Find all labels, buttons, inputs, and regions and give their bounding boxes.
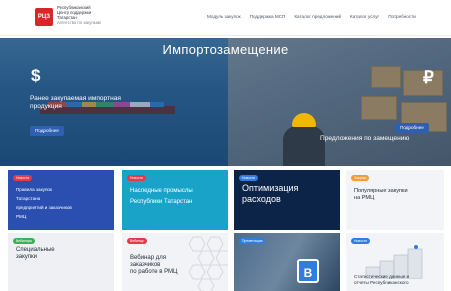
card-badge: Презентация — [239, 238, 266, 244]
card-badge: Новости — [239, 175, 259, 181]
card-statistics[interactable]: Новости Статистические данные и отчеты Р… — [346, 233, 444, 291]
card-title: Статистические данные и отчеты Республик… — [354, 274, 434, 286]
card-title: Специальные закупки — [16, 247, 96, 261]
site-header: РЦЗ Республиканский Центр поддержки Тата… — [0, 0, 451, 36]
nav-item-sme-support[interactable]: Поддержка МСП — [250, 14, 286, 19]
hero-right-panel[interactable] — [228, 38, 451, 166]
dollar-icon: $ — [31, 66, 41, 85]
hero-right-caption: Предложения по замещению — [320, 135, 410, 142]
card-title: Наследные промыслы Республики Татарстан — [130, 186, 225, 208]
card-badge: Новости — [13, 175, 33, 181]
card-title: Правила закупок Татарстана предприятий и… — [16, 185, 108, 221]
hero-right-overlay — [228, 38, 451, 166]
card-title-line: на РМЦ — [354, 195, 375, 201]
card-webinar[interactable]: Вебинар Вебинар для заказчиков по работе… — [122, 233, 228, 291]
card-title-line: расходов — [242, 194, 281, 204]
card-title-line: Наследные промыслы — [130, 188, 193, 194]
card-title-line: Оптимизация — [242, 183, 299, 193]
hero-title: Импортозамещение — [162, 42, 289, 57]
card-title-line: Правила закупок — [16, 187, 53, 192]
worker-figure — [283, 126, 325, 166]
card-badge: Новости — [351, 238, 371, 244]
card-folk-crafts[interactable]: Новости Наследные промыслы Республики Та… — [122, 170, 228, 230]
card-title-line: по работе в РМЦ — [130, 269, 178, 275]
card-badge: Новости — [127, 175, 147, 181]
nav-item-procurement-module[interactable]: Модуль закупок — [207, 14, 241, 19]
logo-subline: Агентство по закупкам — [57, 20, 101, 25]
card-popular-purchases[interactable]: Закупки Популярные закупки на РМЦ — [346, 170, 444, 230]
hero-left-caption: Ранее закупаемая импортная продукция — [30, 95, 121, 110]
card-title-line: заказчиков — [130, 262, 161, 268]
logo-text[interactable]: Республиканский Центр поддержки Татарста… — [57, 5, 157, 25]
card-title-line: отчеты Республиканского — [354, 280, 409, 285]
card-title-line: предприятий и заказчиков — [16, 205, 72, 210]
card-title-line: Вебинар для — [130, 255, 166, 261]
card-cost-optimization[interactable]: Новости Оптимизация расходов — [234, 170, 340, 230]
nav-item-offers-catalog[interactable]: Каталог предложений — [294, 14, 341, 19]
hero-banner: Импортозамещение $ ₽ Ранее закупаемая им… — [0, 38, 451, 166]
card-title-line: Популярные закупки — [354, 188, 408, 194]
card-presentation[interactable]: Презентация В — [234, 233, 340, 291]
logo-icon[interactable]: РЦЗ — [35, 8, 53, 26]
card-special-purchases[interactable]: Вебинары Специальные закупки — [8, 233, 114, 291]
logo-mark: РЦЗ — [37, 14, 51, 20]
hero-left-more-button[interactable]: Подробнее — [30, 126, 64, 136]
card-title-line: Республики Татарстан — [130, 199, 193, 205]
card-title-line: Татарстана — [16, 196, 41, 201]
main-nav: Модуль закупок Поддержка МСП Каталог пре… — [207, 14, 416, 19]
card-title-line: РМЦ — [16, 214, 27, 219]
card-badge: Вебинары — [13, 238, 36, 244]
hero-right-more-button[interactable]: Подробнее — [395, 123, 429, 133]
card-title-line: Специальные — [16, 247, 55, 253]
card-badge: Закупки — [351, 175, 370, 181]
card-procurement-rules[interactable]: Новости Правила закупок Татарстана предп… — [8, 170, 114, 230]
card-title-line: закупки — [16, 254, 38, 260]
card-title: Оптимизация расходов — [242, 183, 337, 205]
nav-item-services-catalog[interactable]: Каталог услуг — [350, 14, 379, 19]
card-title: Вебинар для заказчиков по работе в РМЦ — [130, 255, 210, 276]
nav-item-needs[interactable]: Потребности — [388, 14, 416, 19]
ruble-icon: ₽ — [423, 68, 434, 87]
card-title: Популярные закупки на РМЦ — [354, 188, 442, 202]
b-letter-icon: В — [297, 259, 319, 283]
card-badge: Вебинар — [127, 238, 147, 244]
